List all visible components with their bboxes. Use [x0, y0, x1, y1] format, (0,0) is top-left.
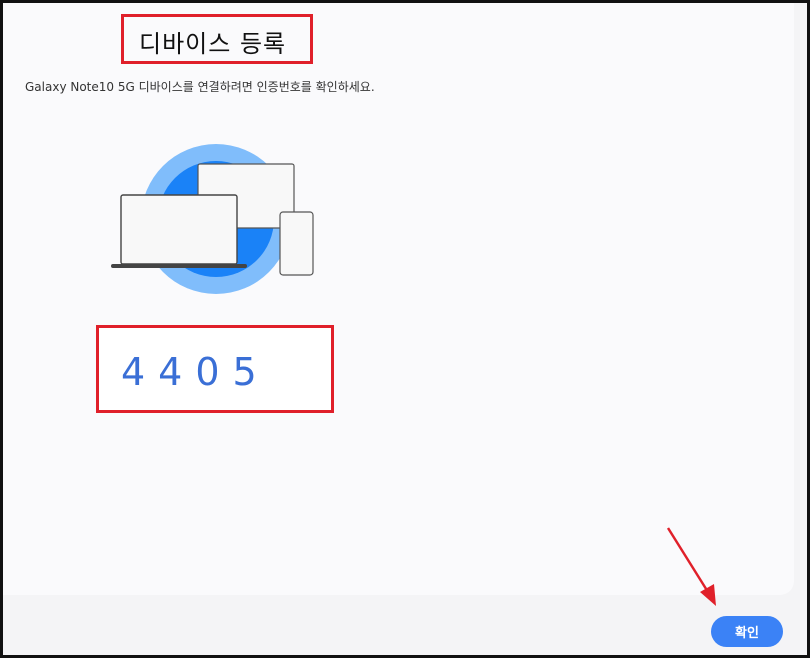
page-title: 디바이스 등록	[139, 30, 287, 58]
laptop-screen-shape	[120, 194, 238, 265]
instruction-text: Galaxy Note10 5G 디바이스를 연결하려면 인증번호를 확인하세요…	[25, 80, 375, 94]
confirm-button[interactable]: 확인	[711, 616, 783, 647]
devices-illustration	[111, 144, 314, 294]
phone-shape	[279, 211, 314, 276]
laptop-base-shape	[111, 264, 247, 268]
arrow-annotation-icon	[666, 527, 716, 606]
verification-code: 4405	[121, 350, 270, 394]
